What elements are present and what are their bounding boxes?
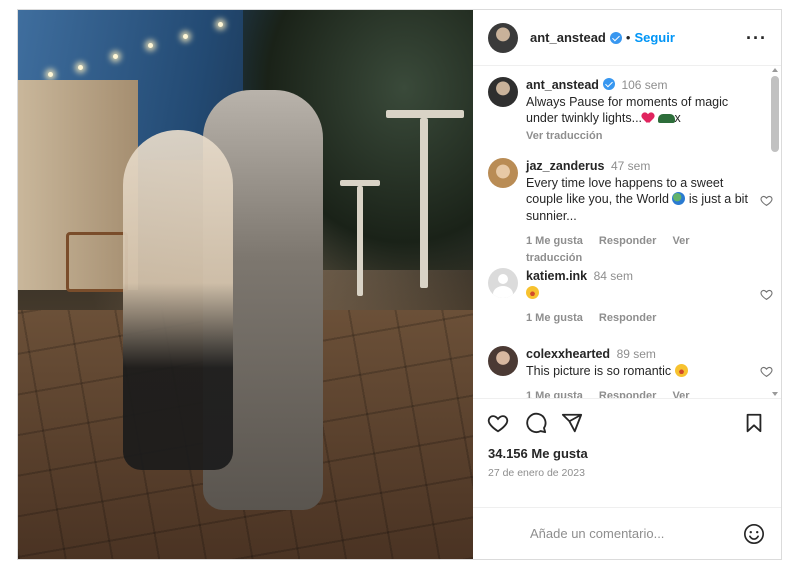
- avatar[interactable]: [488, 346, 518, 376]
- comments-scrollbar[interactable]: [769, 68, 779, 396]
- comment-time[interactable]: 89 sem: [617, 347, 656, 361]
- scroll-down-arrow-icon[interactable]: [772, 392, 778, 396]
- comment-likes[interactable]: 1 Me gusta: [526, 235, 583, 247]
- comment-meta: 1 Me gusta Responder Ver traducción: [526, 233, 759, 266]
- author-username[interactable]: ant_anstead: [530, 30, 606, 45]
- smiley-icon[interactable]: [743, 523, 765, 545]
- share-icon[interactable]: [561, 412, 583, 434]
- avatar[interactable]: [488, 22, 518, 53]
- light-bulb: [78, 65, 83, 70]
- light-bulb: [48, 72, 53, 77]
- patio-heater: [420, 118, 428, 288]
- post-header: ant_anstead • Seguir ···: [473, 10, 781, 66]
- comment-time[interactable]: 47 sem: [611, 159, 650, 173]
- avatar[interactable]: [488, 268, 518, 298]
- caption-body: ant_anstead 106 sem Always Pause for mom…: [526, 77, 759, 144]
- verified-badge-icon: [609, 31, 622, 44]
- follow-button[interactable]: Seguir: [634, 30, 674, 45]
- red-heart-emoji-icon: [642, 113, 654, 124]
- comment-username[interactable]: colexxhearted: [526, 347, 610, 361]
- reply-button[interactable]: Responder: [599, 390, 656, 398]
- heart-icon[interactable]: [487, 412, 509, 434]
- post-side-panel: ant_anstead • Seguir ··· ant_anstead 106…: [473, 10, 781, 559]
- action-bar: [473, 398, 781, 444]
- comment-username[interactable]: jaz_zanderus: [526, 159, 605, 173]
- see-translation-link[interactable]: Ver traducción: [526, 130, 602, 142]
- like-count[interactable]: 34.156 Me gusta: [473, 446, 781, 464]
- more-options-icon[interactable]: ···: [746, 29, 767, 47]
- caption-time[interactable]: 106 sem: [621, 78, 667, 92]
- light-bulb: [148, 43, 153, 48]
- avatar[interactable]: [488, 77, 518, 107]
- comment-meta: 1 Me gusta Responder Ver traducción: [526, 388, 759, 398]
- light-bulb: [183, 34, 188, 39]
- photo-woman: [123, 130, 233, 470]
- light-bulb: [218, 22, 223, 27]
- separator-dot: •: [625, 30, 631, 45]
- comment-body: jaz_zanderus 47 sem Every time love happ…: [526, 158, 759, 266]
- scroll-up-arrow-icon[interactable]: [772, 68, 778, 72]
- comment-composer: [473, 507, 781, 559]
- caption-username[interactable]: ant_anstead: [526, 78, 599, 92]
- post-photo[interactable]: [18, 10, 473, 559]
- patio-heater: [357, 186, 363, 296]
- comment-item: katiem.ink 84 sem 1 Me gusta Responder: [488, 268, 759, 327]
- wooden-chair: [66, 232, 128, 292]
- car-emoji-icon: [657, 114, 675, 123]
- caption: ant_anstead 106 sem Always Pause for mom…: [488, 77, 759, 144]
- reply-button[interactable]: Responder: [599, 235, 656, 247]
- caption-text: Always Pause for moments of magic under …: [526, 94, 729, 126]
- bookmark-icon[interactable]: [743, 412, 765, 434]
- patio-heater: [386, 110, 464, 118]
- comment-body: colexxhearted 89 sem This picture is so …: [526, 346, 759, 398]
- comment-time[interactable]: 84 sem: [594, 269, 633, 283]
- verified-badge-icon: [602, 78, 615, 90]
- comment-likes[interactable]: 1 Me gusta: [526, 312, 583, 324]
- globe-emoji-icon: [672, 192, 686, 205]
- comment-text: This picture is so romantic: [526, 363, 672, 378]
- comment-input[interactable]: [528, 525, 743, 542]
- comments-list[interactable]: ant_anstead 106 sem Always Pause for mom…: [473, 66, 781, 398]
- star-struck-emoji-icon: [674, 363, 688, 377]
- comment-body: katiem.ink 84 sem 1 Me gusta Responder: [526, 268, 759, 327]
- avatar[interactable]: [488, 158, 518, 188]
- light-bulb: [113, 54, 118, 59]
- comment-likes[interactable]: 1 Me gusta: [526, 390, 583, 398]
- reply-button[interactable]: Responder: [599, 312, 656, 324]
- instagram-post: ant_anstead • Seguir ··· ant_anstead 106…: [17, 9, 782, 560]
- caption-trailing: x: [674, 111, 681, 125]
- comment-item: colexxhearted 89 sem This picture is so …: [488, 346, 759, 398]
- star-struck-emoji-icon: [526, 285, 539, 299]
- comment-icon[interactable]: [525, 412, 547, 434]
- comment-item: jaz_zanderus 47 sem Every time love happ…: [488, 158, 759, 266]
- post-date[interactable]: 27 de enero de 2023: [473, 467, 781, 483]
- comment-meta: 1 Me gusta Responder: [526, 310, 759, 327]
- comment-username[interactable]: katiem.ink: [526, 269, 587, 283]
- scrollbar-thumb[interactable]: [771, 76, 779, 152]
